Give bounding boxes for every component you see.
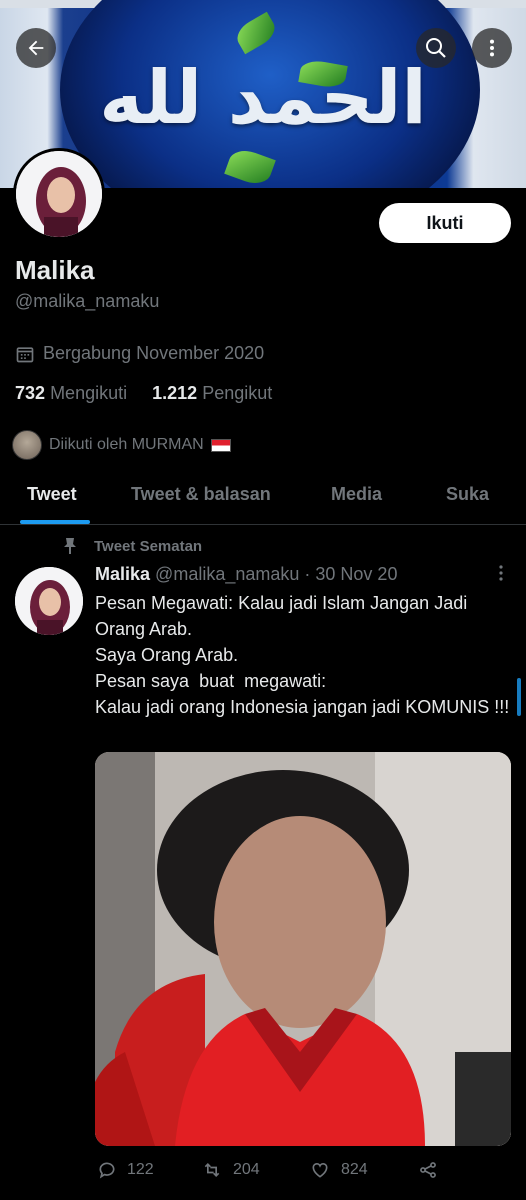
tweet-header: Malika @malika_namaku · 30 Nov 20 <box>95 564 397 585</box>
profile-name: Malika <box>15 255 95 285</box>
join-date: Bergabung November 2020 <box>15 343 264 364</box>
profile-tabs: Tweet Tweet & balasan Media Suka <box>0 470 526 525</box>
follower-avatar <box>12 430 42 460</box>
scrollbar[interactable] <box>517 678 521 716</box>
calendar-icon <box>16 346 34 362</box>
profile-handle: @malika_namaku <box>15 291 160 311</box>
retweet-button[interactable]: 204 <box>201 1160 260 1180</box>
following-link[interactable]: 732 Mengikuti <box>15 383 127 403</box>
search-button[interactable] <box>416 28 456 68</box>
pinned-text: Tweet Sematan <box>94 537 203 555</box>
reply-count: 122 <box>127 1161 154 1178</box>
back-button[interactable] <box>16 28 56 68</box>
follow-counts: 732 Mengikuti 1.212 Pengikut <box>15 383 272 404</box>
more-vertical-icon <box>499 565 503 581</box>
photo-content <box>95 752 511 1146</box>
tab-media[interactable]: Media <box>331 484 382 505</box>
tab-tweet[interactable]: Tweet <box>27 484 77 505</box>
more-button[interactable] <box>472 28 512 68</box>
follow-button[interactable]: Ikuti <box>379 203 511 243</box>
more-vertical-icon <box>489 39 495 57</box>
following-label: Mengikuti <box>50 383 128 403</box>
tweet-author-handle[interactable]: @malika_namaku <box>155 564 299 584</box>
arrow-left-icon <box>28 40 44 56</box>
reply-button[interactable]: 122 <box>97 1160 154 1180</box>
pin-icon <box>64 538 76 554</box>
retweet-count: 204 <box>233 1161 260 1178</box>
avatar-image <box>15 567 83 635</box>
banner-calligraphy: الحمد لله <box>99 55 427 141</box>
profile-avatar[interactable] <box>13 148 105 240</box>
tab-likes[interactable]: Suka <box>446 484 489 505</box>
followers-label: Pengikut <box>202 383 273 403</box>
indonesia-flag-icon <box>210 438 231 452</box>
active-tab-indicator <box>20 520 90 524</box>
retweet-icon <box>204 1162 220 1178</box>
followers-count: 1.212 <box>152 383 198 403</box>
search-icon <box>426 38 446 58</box>
heart-icon <box>312 1162 328 1178</box>
following-count: 732 <box>15 383 46 403</box>
followers-link[interactable]: 1.212 Pengikut <box>152 383 272 403</box>
followed-by[interactable]: Diikuti oleh MURMAN <box>12 430 231 460</box>
pinned-label: Tweet Sematan <box>62 537 202 555</box>
avatar-image <box>16 151 102 237</box>
share-button[interactable] <box>417 1160 439 1180</box>
tweet-text: Pesan Megawati: Kalau jadi Islam Jangan … <box>95 593 510 717</box>
tweet-more-button[interactable] <box>496 564 506 587</box>
like-button[interactable]: 824 <box>309 1160 368 1180</box>
like-count: 824 <box>341 1161 368 1178</box>
reply-icon <box>99 1162 115 1179</box>
tweet-author-name[interactable]: Malika <box>95 564 150 584</box>
join-date-text: Bergabung November 2020 <box>43 343 265 363</box>
share-icon <box>420 1162 436 1178</box>
tab-tweet-replies[interactable]: Tweet & balasan <box>131 484 271 505</box>
tweet-image[interactable] <box>95 752 511 1146</box>
tweet-author-avatar[interactable] <box>15 567 83 635</box>
followed-by-text: Diikuti oleh MURMAN <box>49 436 204 453</box>
tweet-date[interactable]: · 30 Nov 20 <box>304 564 397 584</box>
